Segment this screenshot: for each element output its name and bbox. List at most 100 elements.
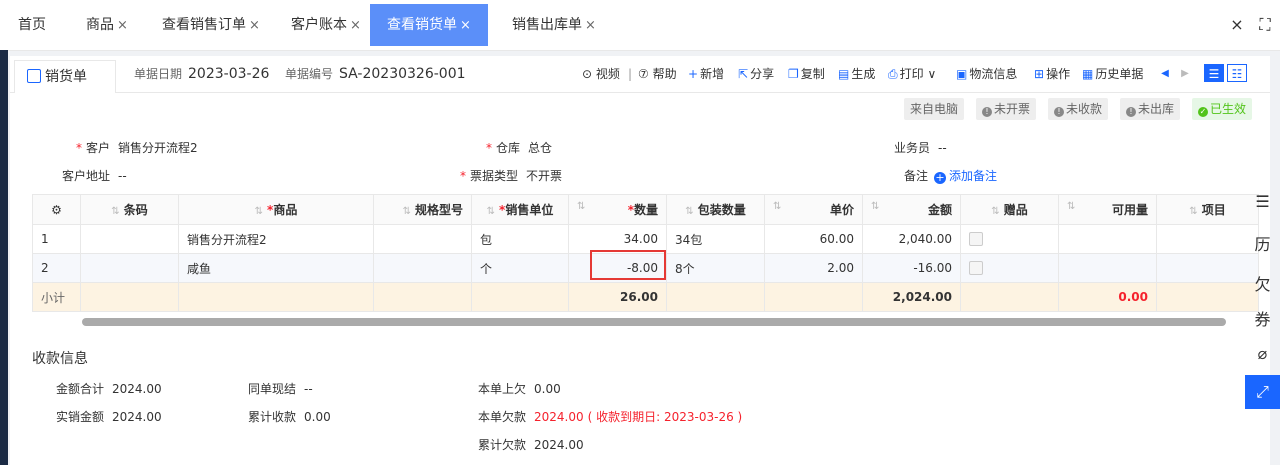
- toolbar-separator: |: [628, 67, 633, 81]
- tab-view-sales-slip[interactable]: 查看销货单 ×: [370, 4, 488, 46]
- history-doc-icon: ▦: [1082, 67, 1094, 81]
- add-remark-button[interactable]: + 添加备注: [934, 169, 997, 184]
- owe-icon[interactable]: 欠: [1245, 268, 1280, 302]
- info-icon: !: [982, 107, 992, 117]
- doc-date: 单据日期 2023-03-26: [134, 66, 270, 82]
- invoice-status-badge: ! 未开票: [976, 98, 1037, 120]
- outbound-status-badge: ! 未出库: [1120, 98, 1181, 120]
- col-barcode[interactable]: ⇅ 条码: [80, 194, 179, 225]
- play-icon: ⊙: [582, 67, 593, 81]
- sort-icon: ⇅: [685, 206, 694, 217]
- coupon-icon[interactable]: 券: [1245, 303, 1280, 337]
- history-button[interactable]: ▦ 历史单据: [1082, 56, 1143, 92]
- close-icon[interactable]: ×: [350, 18, 361, 33]
- gear-icon: ⚙: [51, 202, 62, 217]
- col-spec[interactable]: ⇅ 规格型号: [373, 194, 472, 225]
- operate-button[interactable]: ⊞ 操作: [1034, 56, 1070, 92]
- fullscreen-icon[interactable]: ⛶: [1250, 4, 1280, 46]
- history-icon[interactable]: 历: [1245, 228, 1280, 262]
- plus-circle-icon: +: [934, 171, 947, 184]
- info-icon: !: [1054, 107, 1064, 117]
- sort-icon: ⇅: [773, 201, 782, 212]
- close-icon[interactable]: ×: [585, 18, 596, 33]
- attachment-icon[interactable]: ⌀: [1245, 337, 1280, 371]
- tab-sales-outbound[interactable]: 销售出库单 ×: [512, 4, 596, 46]
- expand-icon[interactable]: ⤢: [1245, 375, 1280, 409]
- sort-icon: ⇅: [486, 206, 496, 217]
- invoice-type-field[interactable]: * 票据类型 不开票: [460, 166, 562, 186]
- customer-field[interactable]: * 客户 销售分开流程2: [76, 138, 198, 158]
- tab-products[interactable]: 商品 ×: [86, 4, 128, 46]
- same-settle: 同单现结 --: [248, 382, 313, 396]
- payment-status-badge: ! 未收款: [1048, 98, 1109, 120]
- col-project[interactable]: ⇅ 项目: [1156, 194, 1259, 225]
- list-view-icon[interactable]: ☰: [1204, 64, 1224, 82]
- warehouse-field[interactable]: * 仓库 总仓: [486, 138, 552, 158]
- sort-icon: ⇅: [254, 206, 264, 217]
- close-all-icon[interactable]: ×: [1222, 4, 1252, 46]
- cumulative-received: 累计收款 0.00: [248, 410, 331, 424]
- column-settings[interactable]: ⚙: [32, 194, 81, 225]
- tab-customer-ledger[interactable]: 客户账本 ×: [291, 4, 361, 46]
- prev-icon[interactable]: ◀: [1158, 67, 1172, 81]
- status-row: 来自电脑 ! 未开票 ! 未收款 ! 未出库 ✓ 已生效: [904, 98, 1264, 120]
- sort-icon: ⇅: [871, 201, 880, 212]
- col-gift[interactable]: ⇅ 赠品: [960, 194, 1059, 225]
- share-button[interactable]: ⇱ 分享: [738, 56, 774, 92]
- doc-tab[interactable]: 销货单: [14, 60, 116, 93]
- info-icon: !: [1126, 107, 1136, 117]
- next-icon[interactable]: ▶: [1178, 67, 1192, 81]
- logistics-icon: ▣: [956, 67, 968, 81]
- chevron-down-icon: ∨: [927, 67, 937, 81]
- gift-checkbox[interactable]: [969, 231, 983, 246]
- doc-number: 单据编号 SA-20230326-001: [285, 66, 466, 82]
- left-strip: [0, 50, 8, 465]
- col-unit[interactable]: ⇅ *销售单位: [471, 194, 569, 225]
- logistics-button[interactable]: ▣ 物流信息: [956, 56, 1017, 92]
- generate-icon: ▤: [838, 67, 850, 81]
- gift-checkbox-cell: [960, 224, 1059, 254]
- remark-field: 备注 + 添加备注: [904, 169, 998, 184]
- col-pack[interactable]: ⇅ 包装数量: [666, 194, 765, 225]
- document-icon[interactable]: ☰: [1245, 185, 1280, 219]
- cumulative-owe: 累计欠款 2024.00: [478, 438, 584, 452]
- plus-icon: +: [688, 67, 699, 81]
- print-button[interactable]: ⎙ 打印 ∨: [888, 56, 936, 92]
- document-panel: 销货单 单据日期 2023-03-26 单据编号 SA-20230326-001 ⊙…: [10, 56, 1270, 465]
- effective-status-badge: ✓ 已生效: [1192, 98, 1253, 120]
- tab-view-sales-order[interactable]: 查看销售订单 ×: [162, 4, 260, 46]
- grid-icon: ⊞: [1034, 67, 1045, 81]
- toolbar: ⊙ 视频 | ⑦ 帮助 + 新增 ⇱ 分享 ❐ 复制 ▤ 生成 ⎙ 打印 ∨ ▣ 物流信息 …: [582, 56, 1270, 92]
- detail-view-icon[interactable]: ☷: [1227, 64, 1247, 82]
- tab-home[interactable]: 首页: [18, 4, 46, 46]
- sort-icon: ⇅: [1189, 206, 1198, 217]
- col-product[interactable]: ⇅ *商品: [178, 194, 374, 225]
- sort-icon: ⇅: [1067, 201, 1076, 212]
- horizontal-scrollbar[interactable]: [82, 318, 1226, 326]
- new-button[interactable]: + 新增: [688, 56, 724, 92]
- salesman-field[interactable]: 业务员 --: [894, 138, 947, 158]
- col-price[interactable]: ⇅ 单价: [764, 194, 863, 225]
- help-icon: ⑦: [638, 67, 649, 81]
- close-icon[interactable]: ×: [117, 18, 128, 33]
- sort-icon: ⇅: [402, 206, 411, 217]
- gift-checkbox[interactable]: [969, 260, 983, 275]
- close-icon[interactable]: ×: [249, 18, 260, 33]
- source-badge: 来自电脑: [904, 98, 965, 120]
- copy-button[interactable]: ❐ 复制: [788, 56, 825, 92]
- table-header-row: ⚙ ⇅ 条码 ⇅ *商品 ⇅ 规格型号 ⇅ *销售单位 ⇅ *数量 ⇅ 包装数量 ⇅ 单价 ⇅…: [32, 194, 1259, 225]
- video-button[interactable]: ⊙ 视频: [582, 56, 620, 92]
- col-available[interactable]: ⇅ 可用量: [1058, 194, 1157, 225]
- check-icon: ✓: [1198, 107, 1208, 117]
- sort-icon: ⇅: [577, 201, 586, 212]
- generate-button[interactable]: ▤ 生成: [838, 56, 875, 92]
- col-qty[interactable]: ⇅ *数量: [568, 194, 667, 225]
- highlight-box: [590, 250, 666, 280]
- document-header: 销货单 单据日期 2023-03-26 单据编号 SA-20230326-001 ⊙…: [10, 56, 1270, 93]
- close-icon[interactable]: ×: [460, 18, 471, 33]
- col-amount[interactable]: ⇅ 金额: [862, 194, 961, 225]
- help-button[interactable]: ⑦ 帮助: [638, 56, 677, 92]
- address-field[interactable]: 客户地址 --: [62, 166, 127, 186]
- previous-owe: 本单上欠 0.00: [478, 382, 561, 396]
- share-icon: ⇱: [738, 67, 749, 81]
